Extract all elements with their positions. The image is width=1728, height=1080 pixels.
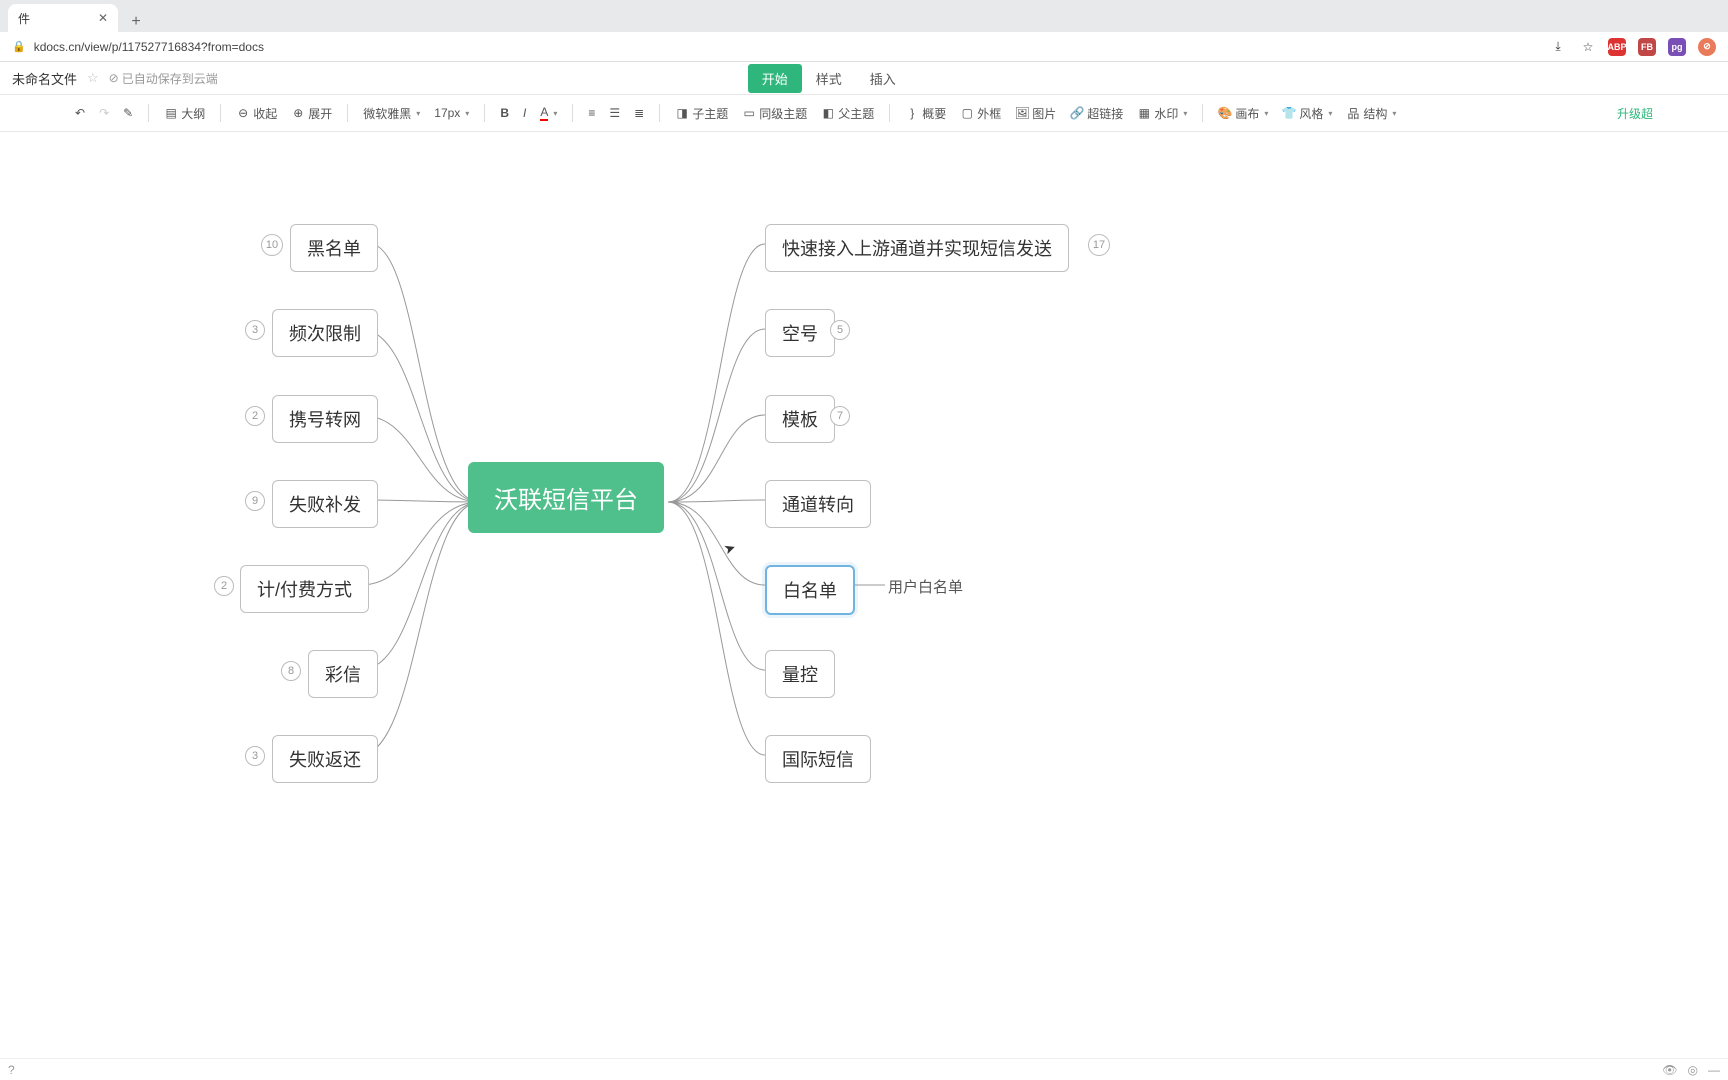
outline-button[interactable]: ▤大纲 bbox=[159, 102, 210, 125]
right-node-4-child[interactable]: 用户白名单 bbox=[888, 576, 963, 597]
left-node-5[interactable]: 彩信 bbox=[308, 650, 378, 698]
undo-button[interactable]: ↶ bbox=[70, 103, 90, 123]
left-badge-6[interactable]: 3 bbox=[245, 746, 265, 766]
tab-style[interactable]: 样式 bbox=[802, 64, 856, 93]
doc-title: 未命名文件 bbox=[12, 69, 77, 88]
hyperlink-button[interactable]: 🔗超链接 bbox=[1065, 102, 1128, 125]
font-select[interactable]: 微软雅黑▾ bbox=[358, 102, 425, 125]
browser-tab[interactable]: 件 ✕ bbox=[8, 4, 118, 32]
left-badge-0[interactable]: 10 bbox=[261, 234, 283, 256]
style-button[interactable]: 👕风格▾ bbox=[1277, 102, 1337, 125]
right-badge-2[interactable]: 7 bbox=[830, 406, 850, 426]
align-right-button[interactable]: ≣ bbox=[629, 103, 649, 123]
peertopic-button[interactable]: ▭同级主题 bbox=[737, 102, 812, 125]
right-node-4[interactable]: 白名单 bbox=[765, 565, 855, 615]
help-icon[interactable]: ? bbox=[8, 1063, 15, 1077]
url-text[interactable]: kdocs.cn/view/p/117527716834?from=docs bbox=[34, 40, 264, 54]
redo-button[interactable]: ↷ bbox=[94, 103, 114, 123]
mindmap-connectors bbox=[0, 132, 1400, 852]
watermark-button[interactable]: ▦水印▾ bbox=[1132, 102, 1192, 125]
upgrade-link[interactable]: 升级超 bbox=[1612, 102, 1658, 125]
tab-start[interactable]: 开始 bbox=[748, 64, 802, 93]
right-node-0[interactable]: 快速接入上游通道并实现短信发送 bbox=[765, 224, 1069, 272]
lock-icon: 🔒 bbox=[12, 40, 26, 53]
ext-block-icon[interactable]: ⊘ bbox=[1698, 38, 1716, 56]
new-tab-button[interactable]: + bbox=[126, 12, 146, 32]
cloud-icon: ⊘ bbox=[109, 71, 119, 85]
tab-title: 件 bbox=[18, 10, 30, 27]
left-badge-2[interactable]: 2 bbox=[245, 406, 265, 426]
left-node-2[interactable]: 携号转网 bbox=[272, 395, 378, 443]
collapse-button[interactable]: ⊖收起 bbox=[231, 102, 282, 125]
canvas-button[interactable]: 🎨画布▾ bbox=[1213, 102, 1273, 125]
left-node-4[interactable]: 计/付费方式 bbox=[240, 565, 369, 613]
subtopic-button[interactable]: ◨子主题 bbox=[670, 102, 733, 125]
favorite-icon[interactable]: ☆ bbox=[87, 70, 99, 86]
tab-insert[interactable]: 插入 bbox=[856, 64, 910, 93]
left-node-3[interactable]: 失败补发 bbox=[272, 480, 378, 528]
ext-abp[interactable]: ABP bbox=[1608, 38, 1626, 56]
align-left-button[interactable]: ≡ bbox=[583, 103, 600, 123]
image-button[interactable]: 🖼图片 bbox=[1010, 102, 1061, 125]
bold-button[interactable]: B bbox=[495, 103, 514, 123]
right-badge-1[interactable]: 5 bbox=[830, 320, 850, 340]
summary-button[interactable]: }概要 bbox=[900, 102, 951, 125]
right-node-2[interactable]: 模板 bbox=[765, 395, 835, 443]
align-center-button[interactable]: ☰ bbox=[604, 103, 625, 123]
close-icon[interactable]: ✕ bbox=[98, 11, 108, 25]
right-node-1[interactable]: 空号 bbox=[765, 309, 835, 357]
border-button[interactable]: ▢外框 bbox=[955, 102, 1006, 125]
fontsize-select[interactable]: 17px▾ bbox=[429, 103, 474, 123]
ext-fb[interactable]: FB bbox=[1638, 38, 1656, 56]
install-icon[interactable]: ⤓ bbox=[1550, 39, 1566, 55]
font-color-button[interactable]: A▾ bbox=[535, 102, 562, 124]
central-node[interactable]: 沃联短信平台 bbox=[468, 462, 664, 533]
structure-button[interactable]: 品结构▾ bbox=[1341, 102, 1401, 125]
left-badge-5[interactable]: 8 bbox=[281, 661, 301, 681]
left-badge-4[interactable]: 2 bbox=[214, 576, 234, 596]
locate-icon[interactable]: ◎ bbox=[1688, 1063, 1698, 1077]
cloud-status: ⊘ 已自动保存到云端 bbox=[109, 70, 218, 87]
left-badge-3[interactable]: 9 bbox=[245, 491, 265, 511]
left-node-6[interactable]: 失败返还 bbox=[272, 735, 378, 783]
mindmap-canvas[interactable]: 沃联短信平台 黑名单 10 频次限制 3 携号转网 2 失败补发 9 计/付费方… bbox=[0, 132, 1728, 852]
minus-icon[interactable]: — bbox=[1708, 1063, 1720, 1077]
right-node-3[interactable]: 通道转向 bbox=[765, 480, 871, 528]
left-badge-1[interactable]: 3 bbox=[245, 320, 265, 340]
format-painter-button[interactable]: ✎ bbox=[118, 103, 138, 123]
view-icon[interactable]: 👁 bbox=[1662, 1063, 1677, 1077]
parenttopic-button[interactable]: ◧父主题 bbox=[816, 102, 879, 125]
right-badge-0[interactable]: 17 bbox=[1088, 234, 1110, 256]
italic-button[interactable]: I bbox=[518, 103, 531, 123]
ext-pg[interactable]: pg bbox=[1668, 38, 1686, 56]
right-node-6[interactable]: 国际短信 bbox=[765, 735, 871, 783]
left-node-1[interactable]: 频次限制 bbox=[272, 309, 378, 357]
right-node-5[interactable]: 量控 bbox=[765, 650, 835, 698]
star-icon[interactable]: ☆ bbox=[1580, 39, 1596, 55]
left-node-0[interactable]: 黑名单 bbox=[290, 224, 378, 272]
expand-button[interactable]: ⊕展开 bbox=[286, 102, 337, 125]
